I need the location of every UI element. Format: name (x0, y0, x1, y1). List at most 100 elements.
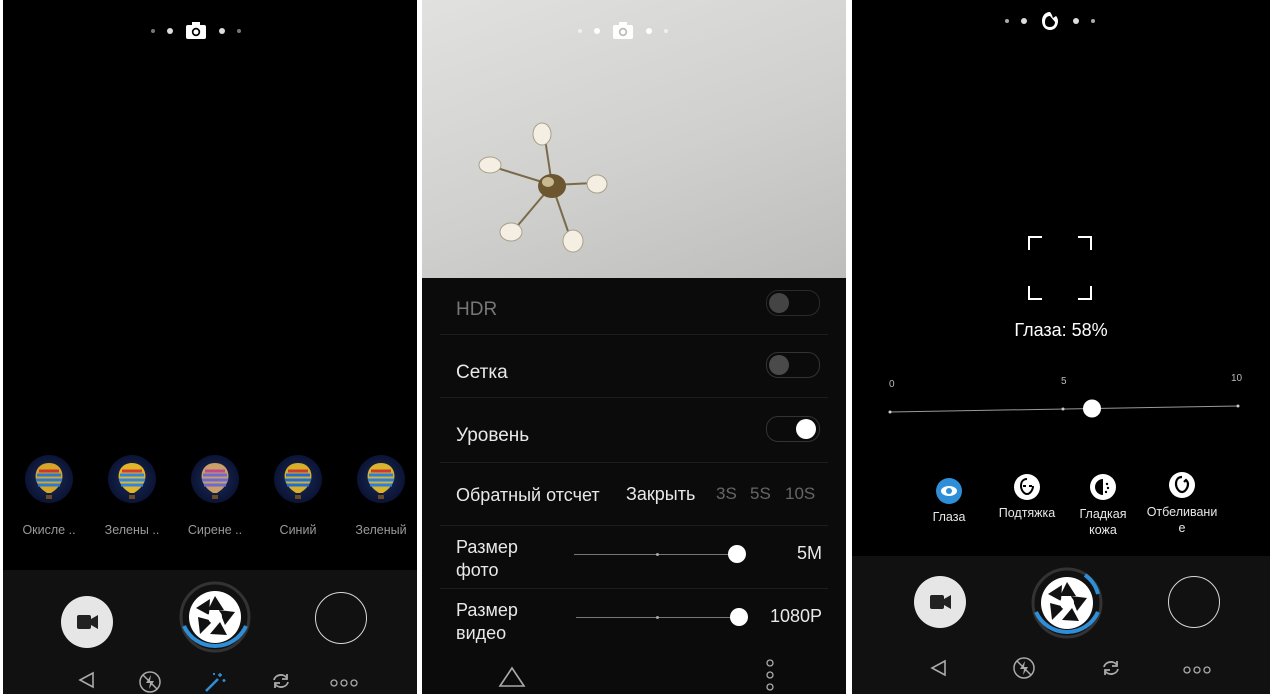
video-camera-icon (930, 595, 951, 609)
video-mode-button[interactable] (914, 576, 966, 628)
video-mode-button[interactable] (61, 596, 113, 648)
photo-size-slider[interactable] (574, 554, 734, 555)
beauty-status: Глаза: 58% (1014, 320, 1108, 340)
camera-settings-screen: HDR Сетка Уровень Обратный отсчет Закрыт… (422, 0, 846, 694)
photo-size-slider-knob[interactable] (728, 545, 746, 563)
slider-tick (656, 553, 659, 556)
camera-icon (185, 22, 207, 40)
filter-label: Зеленый (355, 523, 407, 537)
switch-camera-icon[interactable] (1097, 657, 1125, 684)
page-dot (151, 29, 155, 33)
page-dot (219, 28, 225, 34)
switch-camera-icon[interactable] (267, 670, 295, 694)
more-options-icon[interactable] (329, 675, 359, 693)
beauty-slider[interactable] (852, 395, 1270, 425)
more-options-icon[interactable] (1182, 662, 1212, 680)
setting-level[interactable]: Уровень (440, 398, 828, 463)
beauty-option-eyes[interactable]: Глаза (909, 478, 989, 524)
whitening-icon (1169, 472, 1195, 498)
countdown-option-10s[interactable]: 10S (785, 484, 815, 504)
filter-item[interactable]: Зеленый (342, 455, 417, 537)
slider-min-label: 0 (889, 379, 895, 390)
video-size-slider-knob[interactable] (730, 608, 748, 626)
level-label: Уровень (456, 425, 530, 446)
countdown-option-5s[interactable]: 5S (750, 484, 771, 504)
face-slim-icon (1014, 474, 1040, 500)
flash-off-icon[interactable] (1012, 656, 1036, 685)
photo-size-label: Размер фото (456, 536, 518, 582)
filter-item[interactable]: Окисле .. (10, 455, 88, 537)
video-camera-icon (77, 615, 98, 629)
filter-item[interactable]: Сирене .. (176, 455, 254, 537)
page-dot (237, 29, 241, 33)
video-size-label-line1: Размер (456, 600, 518, 620)
chandelier-image (478, 122, 608, 253)
filter-item[interactable]: Зелены .. (93, 455, 171, 537)
hdr-label: HDR (456, 299, 498, 320)
slider-tick (656, 616, 659, 619)
gallery-button[interactable] (315, 592, 367, 644)
setting-video-size: Размер видео 1080P (440, 589, 828, 649)
photo-size-label-line1: Размер (456, 537, 518, 557)
filter-camera-screen: Окисле .. Зелены .. Сирене .. Синий Зеле… (3, 0, 417, 694)
option-label: Отбеливани (1146, 505, 1218, 519)
filter-item[interactable]: Синий (259, 455, 337, 537)
beauty-option-slim[interactable]: Подтяжка (987, 474, 1067, 520)
page-dot (167, 28, 173, 34)
setting-grid[interactable]: Сетка (440, 335, 828, 398)
magic-wand-icon[interactable] (203, 670, 227, 694)
bottom-controls (852, 556, 1270, 694)
camera-preview (422, 0, 846, 278)
toggle-knob (796, 419, 816, 439)
setting-countdown: Обратный отсчет Закрыть 3S 5S 10S (440, 463, 828, 526)
countdown-option-close[interactable]: Закрыть (626, 484, 695, 505)
filter-label: Зелены .. (104, 523, 160, 537)
filter-label: Синий (279, 523, 317, 537)
filter-label: Окисле .. (22, 523, 76, 537)
option-label: е (1178, 521, 1186, 535)
beauty-slider-knob (1083, 399, 1101, 418)
video-size-label-line2: видео (456, 623, 507, 643)
setting-photo-size: Размер фото 5M (440, 526, 828, 589)
filter-label: Сирене .. (187, 523, 243, 537)
balloon-thumbnail-icon (191, 455, 239, 503)
video-size-value: 1080P (769, 606, 822, 626)
beauty-camera-screen: Глаза: 58% 0 5 10 Глаза Подтяжка Гладкая… (852, 0, 1270, 694)
page-dot (594, 28, 600, 34)
countdown-label: Обратный отсчет (456, 485, 600, 505)
shutter-button[interactable] (178, 580, 252, 654)
balloon-thumbnail-icon (25, 455, 73, 503)
focus-frame-icon (1028, 236, 1092, 300)
level-toggle[interactable] (766, 416, 820, 442)
countdown-option-3s[interactable]: 3S (716, 484, 737, 504)
balloon-thumbnail-icon (274, 455, 322, 503)
option-label: Глаза (932, 510, 966, 524)
mode-indicator (1005, 10, 1095, 32)
option-label: Гладкая (1079, 507, 1127, 521)
filter-strip: Окисле .. Зелены .. Сирене .. Синий Зеле… (3, 455, 417, 545)
shutter-button[interactable] (1030, 566, 1104, 640)
bottom-nav (422, 652, 846, 694)
back-icon[interactable] (76, 670, 96, 694)
flash-off-icon[interactable] (138, 670, 162, 694)
page-dot (664, 29, 668, 33)
balloon-thumbnail-icon (357, 455, 405, 503)
page-dot (1073, 18, 1079, 24)
beauty-option-smooth-skin[interactable]: Гладкая кожа (1063, 474, 1143, 538)
video-size-label: Размер видео (456, 599, 518, 645)
grid-toggle[interactable] (766, 352, 820, 378)
eye-icon (936, 478, 962, 504)
slider-mid-label: 5 (1061, 376, 1067, 387)
beauty-option-whitening[interactable]: Отбеливани е (1142, 472, 1222, 536)
photo-size-value: 5M (796, 543, 822, 563)
gallery-button[interactable] (1168, 576, 1220, 628)
toggle-knob (769, 355, 789, 375)
hdr-toggle[interactable] (766, 290, 820, 316)
back-icon[interactable] (928, 658, 948, 683)
setting-hdr[interactable]: HDR (440, 284, 828, 335)
triangle-up-icon[interactable] (498, 666, 526, 693)
toggle-knob (769, 293, 789, 313)
menu-dots-icon[interactable] (765, 658, 775, 694)
page-dot (1005, 19, 1009, 23)
page-dot (578, 29, 582, 33)
